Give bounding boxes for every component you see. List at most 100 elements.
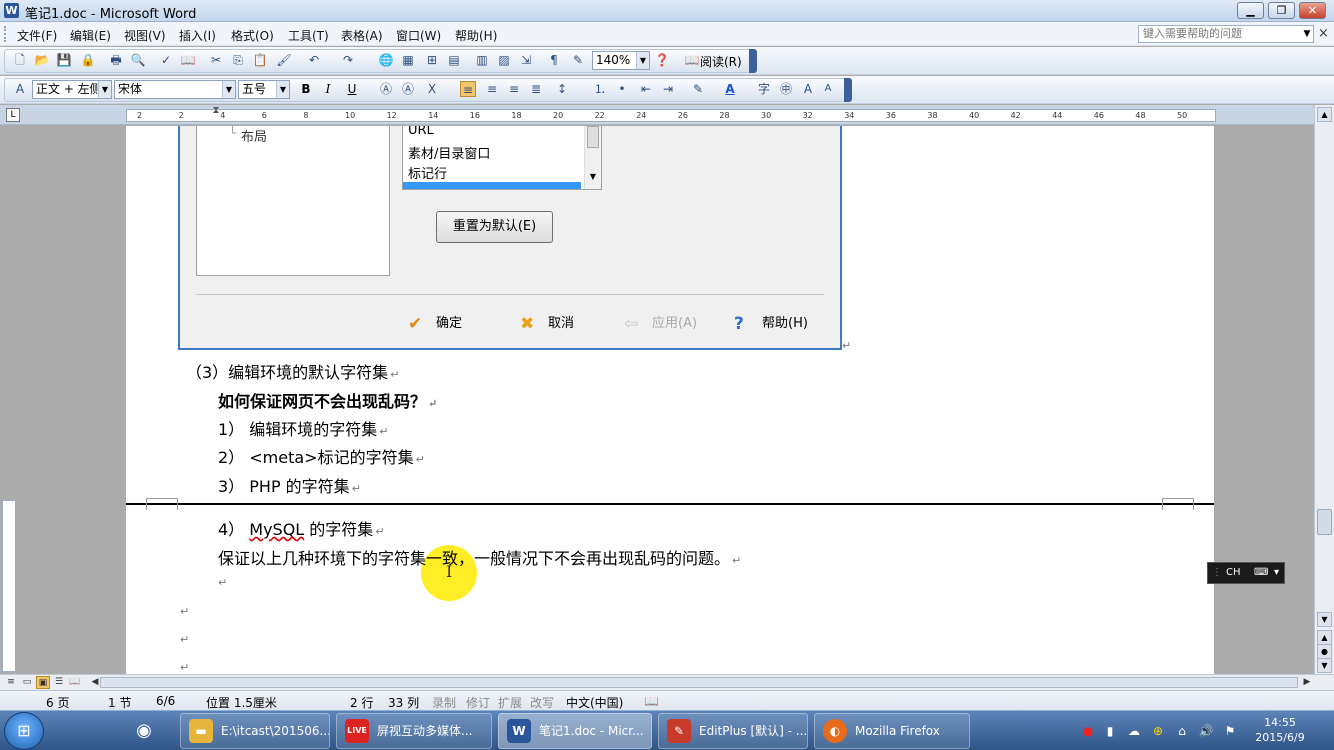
spelling-icon[interactable]: ✓ xyxy=(158,52,174,68)
horizontal-ruler[interactable]: L 2 2 4 6 8 10 12 14 16 18 20 22 24 26 28 30 32 34 36 38 40 4… xyxy=(0,105,1334,125)
grow-font-icon[interactable]: A xyxy=(800,81,816,97)
bullets-icon[interactable]: • xyxy=(614,81,630,97)
toolbar-options-button[interactable] xyxy=(749,49,757,73)
hyperlink-icon[interactable]: 🌐 xyxy=(378,52,394,68)
status-record[interactable]: 录制 xyxy=(432,694,456,711)
keyboard-icon[interactable]: ⌨ xyxy=(1254,563,1268,583)
restore-button[interactable]: ❐ xyxy=(1268,2,1295,19)
char-shading-icon[interactable]: Ⓐ xyxy=(400,81,416,97)
minimize-button[interactable]: ▁ xyxy=(1237,2,1264,19)
save-icon[interactable]: 💾 xyxy=(56,52,72,68)
spelling-status-icon[interactable]: 📖 xyxy=(644,694,659,708)
read-button-label[interactable]: 阅读(R) xyxy=(700,53,742,70)
numbering-icon[interactable]: ⒈ xyxy=(592,81,608,97)
action-center-icon[interactable]: ⚑ xyxy=(1222,723,1238,739)
pinned-chrome-icon[interactable]: ◉ xyxy=(122,714,166,748)
chevron-down-icon[interactable]: ▼ xyxy=(98,81,111,98)
menu-insert[interactable]: 插入(I) xyxy=(179,27,216,44)
style-select[interactable]: 正文 + 左侧 ▼ xyxy=(32,80,112,99)
align-center-icon[interactable]: ≡ xyxy=(484,81,500,97)
record-icon[interactable]: ● xyxy=(1080,723,1096,739)
update-tray-icon[interactable]: ⊕ xyxy=(1150,723,1166,739)
menu-file[interactable]: 文件(F) xyxy=(17,27,57,44)
task-firefox[interactable]: ◐ Mozilla Firefox xyxy=(814,713,970,749)
network-tray-icon[interactable]: ☁ xyxy=(1126,723,1142,739)
ruler-track[interactable]: 2 2 4 6 8 10 12 14 16 18 20 22 24 26 28 30 32 34 36 38 40 42 4… xyxy=(126,109,1216,122)
menu-view[interactable]: 视图(V) xyxy=(124,27,166,44)
status-language[interactable]: 中文(中国) xyxy=(566,694,623,711)
tables-borders-icon[interactable]: ▦ xyxy=(400,52,416,68)
chevron-down-icon[interactable]: ▼ xyxy=(222,81,235,98)
styles-icon[interactable]: A xyxy=(12,81,28,97)
help-dropdown-arrow[interactable]: ▼ xyxy=(1300,25,1314,43)
horizontal-scroll-thumb[interactable] xyxy=(100,677,1298,688)
web-view-icon[interactable]: ▭ xyxy=(20,676,34,689)
new-doc-icon[interactable]: 🗋 xyxy=(12,52,28,68)
increase-indent-icon[interactable]: ⇥ xyxy=(660,81,676,97)
doc-paragraph-3[interactable]: 1） 编辑环境的字符集 ↵ xyxy=(218,416,389,440)
film-icon[interactable]: ▮ xyxy=(1102,723,1118,739)
clock[interactable]: 14:55 2015/6/9 xyxy=(1250,715,1310,745)
help-search-input[interactable]: 键入需要帮助的问题 xyxy=(1138,25,1314,43)
char-border-icon[interactable]: Ⓐ xyxy=(378,81,394,97)
menu-window[interactable]: 窗口(W) xyxy=(396,27,441,44)
reading-view-icon[interactable]: 📖 xyxy=(68,676,82,689)
format-painter-icon[interactable]: 🖌 xyxy=(276,52,292,68)
line-spacing-icon[interactable]: ↕ xyxy=(554,81,570,97)
font-select[interactable]: 宋体 ▼ xyxy=(114,80,236,99)
bold-button[interactable]: B xyxy=(298,81,314,97)
open-icon[interactable]: 📂 xyxy=(34,52,50,68)
insert-excel-icon[interactable]: ▤ xyxy=(446,52,462,68)
print-icon[interactable]: 🖶 xyxy=(108,52,124,68)
doc-paragraph-1[interactable]: （3）编辑环境的默认字符集 ↵ xyxy=(186,359,399,383)
drawing-icon[interactable]: ▨ xyxy=(496,52,512,68)
task-editplus[interactable]: ✎ EditPlus [默认] - ... xyxy=(658,713,808,749)
vertical-scrollbar[interactable]: ▲ ▼ ▲ ● ▼ xyxy=(1314,105,1334,674)
vertical-ruler[interactable] xyxy=(2,500,16,672)
print-preview-icon[interactable]: 🔍 xyxy=(130,52,146,68)
font-color-button[interactable]: A xyxy=(722,81,738,97)
document-close-button[interactable]: × xyxy=(1318,26,1329,41)
outline-view-icon[interactable]: ☰ xyxy=(52,676,66,689)
phonetic-guide-icon[interactable]: 字 xyxy=(756,81,772,97)
indent-marker[interactable]: ⧗ xyxy=(211,105,221,125)
distributed-icon[interactable]: ≣ xyxy=(528,81,544,97)
ink-icon[interactable]: ✎ xyxy=(570,52,586,68)
scroll-down-button[interactable]: ▼ xyxy=(1317,612,1332,627)
next-page-button[interactable]: ▼ xyxy=(1317,658,1332,673)
research-icon[interactable]: 📖 xyxy=(180,52,196,68)
previous-page-button[interactable]: ▲ xyxy=(1317,630,1332,645)
copy-icon[interactable]: ⎘ xyxy=(230,52,246,68)
decrease-indent-icon[interactable]: ⇤ xyxy=(638,81,654,97)
scroll-thumb[interactable] xyxy=(1317,509,1332,535)
italic-button[interactable]: I xyxy=(320,81,336,97)
print-layout-icon[interactable]: ▣ xyxy=(36,676,50,689)
task-word[interactable]: W 笔记1.doc - Micr... xyxy=(498,713,652,749)
doc-paragraph-4[interactable]: 2） <meta>标记的字符集 ↵ xyxy=(218,444,425,468)
document-map-icon[interactable]: ⇲ xyxy=(518,52,534,68)
align-right-icon[interactable]: ≡ xyxy=(506,81,522,97)
doc-paragraph-6[interactable]: 4） MySQL 的字符集 ↵ xyxy=(218,516,385,540)
normal-view-icon[interactable]: ≡ xyxy=(4,676,18,689)
enclose-char-icon[interactable]: ㊥ xyxy=(778,81,794,97)
toolbar-options-button[interactable] xyxy=(844,78,852,102)
ime-grip[interactable]: ⋮ xyxy=(1212,563,1222,583)
spelling-error-word[interactable]: MySQL xyxy=(249,520,304,539)
ime-options-icon[interactable]: ▾ xyxy=(1274,563,1279,583)
paste-icon[interactable]: 📋 xyxy=(252,52,268,68)
start-button[interactable]: ⊞ xyxy=(4,712,44,750)
task-live[interactable]: LIVE 屏视互动多媒体... xyxy=(336,713,492,749)
status-overtype[interactable]: 改写 xyxy=(530,694,554,711)
help-icon[interactable]: ❓ xyxy=(654,52,670,68)
word-app-icon[interactable]: W xyxy=(4,3,19,18)
volume-icon[interactable]: 🔊 xyxy=(1198,723,1214,739)
doc-paragraph-5[interactable]: 3） PHP 的字符集 ↵ xyxy=(218,473,361,497)
zoom-select[interactable]: 140% ▼ xyxy=(592,51,650,70)
status-track-changes[interactable]: 修订 xyxy=(466,694,490,711)
shrink-font-icon[interactable]: A xyxy=(820,81,836,97)
scroll-up-button[interactable]: ▲ xyxy=(1317,107,1332,122)
cut-icon[interactable]: ✂ xyxy=(208,52,224,68)
read-icon[interactable]: 📖 xyxy=(684,52,700,68)
chevron-down-icon[interactable]: ▼ xyxy=(276,81,289,98)
menubar-grip[interactable] xyxy=(4,26,7,42)
